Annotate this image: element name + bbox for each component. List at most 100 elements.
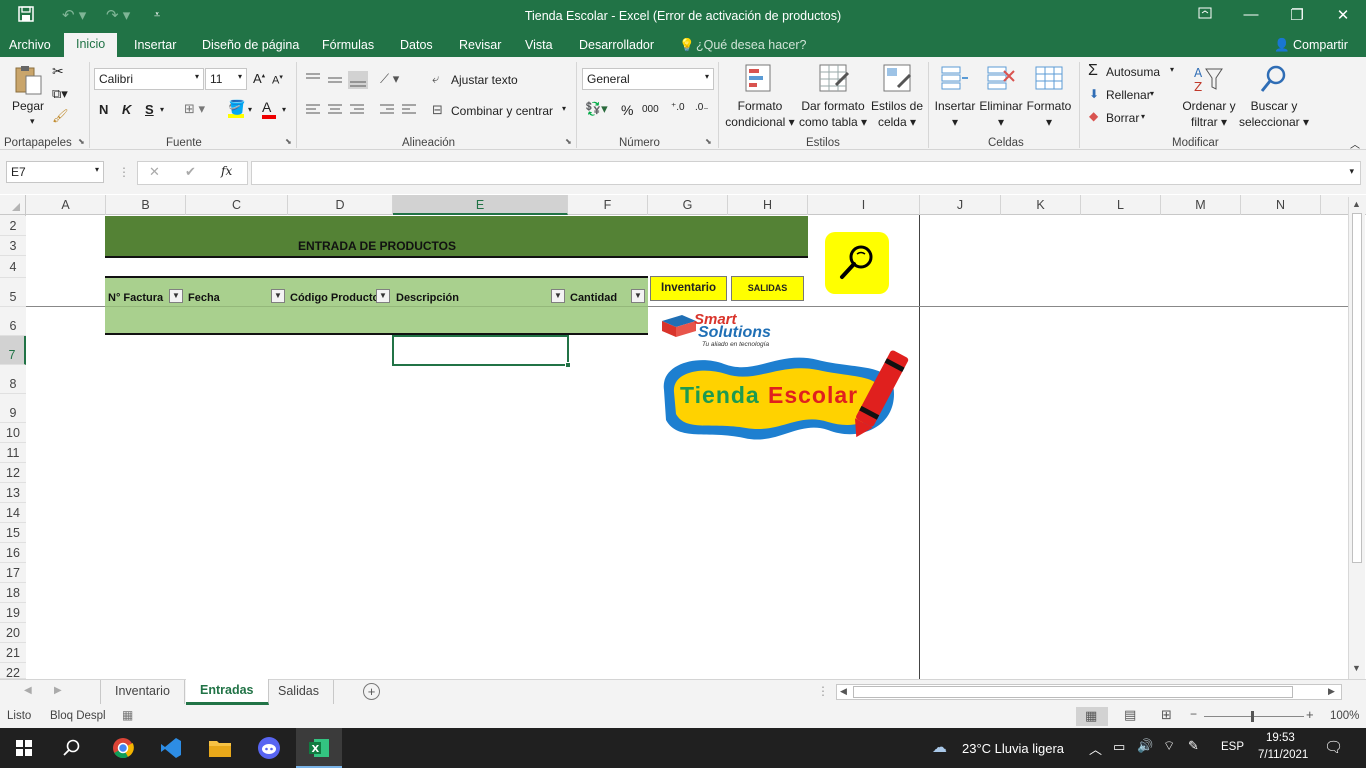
format-as-table-icon[interactable] [818, 63, 850, 95]
insert-cells-button[interactable]: Insertar ▾ [932, 98, 978, 130]
shrink-font-icon[interactable]: A▾ [272, 73, 283, 87]
chevron-down-icon[interactable]: ▾ [1141, 112, 1145, 121]
cut-icon[interactable]: ✂ [52, 63, 64, 80]
active-cell[interactable] [392, 335, 569, 366]
filter-dropdown-button[interactable]: ▼ [271, 289, 285, 303]
filter-dropdown-button[interactable]: ▼ [169, 289, 183, 303]
increase-decimal-icon[interactable]: ⁺.0 [671, 102, 685, 113]
dialog-launcher-icon[interactable]: ⬊ [705, 137, 712, 146]
cell-styles-button[interactable]: Estilos de celda ▾ [868, 98, 926, 130]
chevron-down-icon[interactable]: ▾ [160, 105, 164, 114]
dialog-launcher-icon[interactable]: ⬊ [285, 137, 292, 146]
enter-icon[interactable]: ✔ [185, 164, 196, 180]
row-header[interactable]: 18 [0, 583, 26, 603]
find-select-button[interactable]: Buscar y seleccionar ▾ [1238, 98, 1310, 130]
row-header[interactable]: 11 [0, 443, 26, 463]
prev-sheet-icon[interactable]: ◀ [24, 685, 32, 696]
row-header[interactable]: 13 [0, 483, 26, 503]
number-format-box[interactable]: General ▾ [582, 68, 714, 90]
scroll-down-icon[interactable]: ▼ [1352, 663, 1361, 673]
dialog-launcher-icon[interactable]: ⬊ [565, 137, 572, 146]
tab-desarrollador[interactable]: Desarrollador [579, 38, 654, 52]
language-indicator[interactable]: ESP [1221, 741, 1244, 753]
font-color-icon[interactable]: A [262, 99, 276, 119]
row-header[interactable]: 12 [0, 463, 26, 483]
pen-icon[interactable]: ✎ [1188, 738, 1199, 754]
format-painter-icon[interactable]: 🖌 [52, 108, 69, 124]
filter-dropdown-button[interactable]: ▼ [631, 289, 645, 303]
page-layout-icon[interactable]: ▤ [1124, 707, 1136, 723]
dialog-launcher-icon[interactable]: ⬊ [78, 137, 85, 146]
column-header[interactable]: G [648, 195, 728, 215]
filter-dropdown-button[interactable]: ▼ [376, 289, 390, 303]
file-explorer-icon[interactable] [208, 737, 232, 759]
column-header[interactable]: K [1001, 195, 1081, 215]
thousands-button[interactable]: 000 [642, 104, 659, 115]
horizontal-align-icons[interactable] [304, 103, 418, 117]
add-sheet-icon[interactable]: + [363, 683, 380, 700]
zoom-out-icon[interactable]: − [1190, 707, 1197, 721]
row-header[interactable]: 19 [0, 603, 26, 623]
tab-formulas[interactable]: Fórmulas [322, 38, 374, 52]
italic-button[interactable]: K [122, 102, 131, 117]
row-header[interactable]: 4 [0, 256, 26, 278]
row-header[interactable]: 21 [0, 643, 26, 663]
bold-button[interactable]: N [99, 102, 108, 117]
fill-button[interactable]: Rellenar [1106, 88, 1151, 102]
column-header[interactable]: C [186, 195, 288, 215]
discord-icon[interactable] [257, 737, 281, 759]
minimize-icon[interactable]: — [1228, 6, 1274, 23]
accounting-format-icon[interactable]: 💱▾ [585, 101, 608, 117]
grow-font-icon[interactable]: A▴ [253, 71, 265, 86]
clear-button[interactable]: Borrar [1106, 111, 1139, 125]
page-break-icon[interactable]: ⊞ [1161, 707, 1172, 723]
delete-cells-icon[interactable] [986, 63, 1016, 93]
percent-button[interactable]: % [621, 102, 633, 118]
scrollbar-thumb[interactable] [1352, 213, 1362, 563]
insert-cells-icon[interactable] [940, 63, 970, 93]
battery-icon[interactable]: ▭ [1113, 739, 1125, 755]
sheet-tab-entradas[interactable]: Entradas [186, 679, 269, 705]
excel-taskbar-button[interactable]: X [296, 728, 342, 768]
fill-handle[interactable] [565, 362, 571, 368]
insert-function-button[interactable]: fx [221, 164, 232, 178]
chevron-down-icon[interactable]: ▾ [248, 105, 252, 114]
column-header[interactable]: M [1161, 195, 1241, 215]
tab-archivo[interactable]: Archivo [9, 38, 51, 52]
macro-record-icon[interactable]: ▦ [122, 708, 133, 722]
sheet-tab-inventario[interactable]: Inventario [100, 680, 185, 704]
row-header[interactable]: 17 [0, 563, 26, 583]
zoom-slider[interactable] [1204, 716, 1304, 717]
format-cells-icon[interactable] [1034, 63, 1064, 93]
cancel-icon[interactable]: ✕ [149, 164, 160, 180]
weather-text[interactable]: 23°C Lluvia ligera [962, 741, 1064, 756]
vscode-icon[interactable] [160, 737, 182, 759]
row-header[interactable]: 20 [0, 623, 26, 643]
share-icon[interactable]: 👤 [1274, 38, 1290, 53]
column-header[interactable]: D [288, 195, 393, 215]
volume-icon[interactable]: 🔊 [1137, 738, 1153, 754]
vertical-align-icons[interactable] [304, 71, 368, 89]
tell-me-search[interactable]: ¿Qué desea hacer? [696, 38, 807, 52]
restore-icon[interactable]: ❐ [1274, 6, 1320, 24]
conditional-format-button[interactable]: Formato condicional ▾ [724, 98, 796, 130]
underline-button[interactable]: S [145, 102, 154, 117]
chevron-down-icon[interactable]: ▾ [282, 105, 286, 114]
horizontal-scrollbar[interactable]: ◀ ▶ [836, 684, 1342, 700]
column-header[interactable]: H [728, 195, 808, 215]
fill-color-icon[interactable]: 🪣 [228, 99, 245, 118]
find-select-icon[interactable] [1258, 63, 1290, 95]
row-header-selected[interactable]: 7 [0, 336, 26, 365]
row-header[interactable]: 8 [0, 365, 26, 394]
notifications-icon[interactable]: 🗨 [1324, 738, 1343, 756]
select-all-corner[interactable] [0, 195, 26, 215]
tray-expand-icon[interactable]: ︿ [1089, 739, 1102, 758]
share-button[interactable]: Compartir [1293, 38, 1348, 52]
autosum-button[interactable]: Autosuma [1106, 65, 1160, 79]
h-scrollbar-thumb[interactable] [853, 686, 1293, 698]
tab-revisar[interactable]: Revisar [459, 38, 501, 52]
conditional-format-icon[interactable] [744, 63, 776, 95]
collapse-ribbon-icon[interactable]: ︿ [1350, 136, 1360, 151]
row-header[interactable]: 5 [0, 278, 26, 307]
column-header-selected[interactable]: E [393, 195, 568, 215]
